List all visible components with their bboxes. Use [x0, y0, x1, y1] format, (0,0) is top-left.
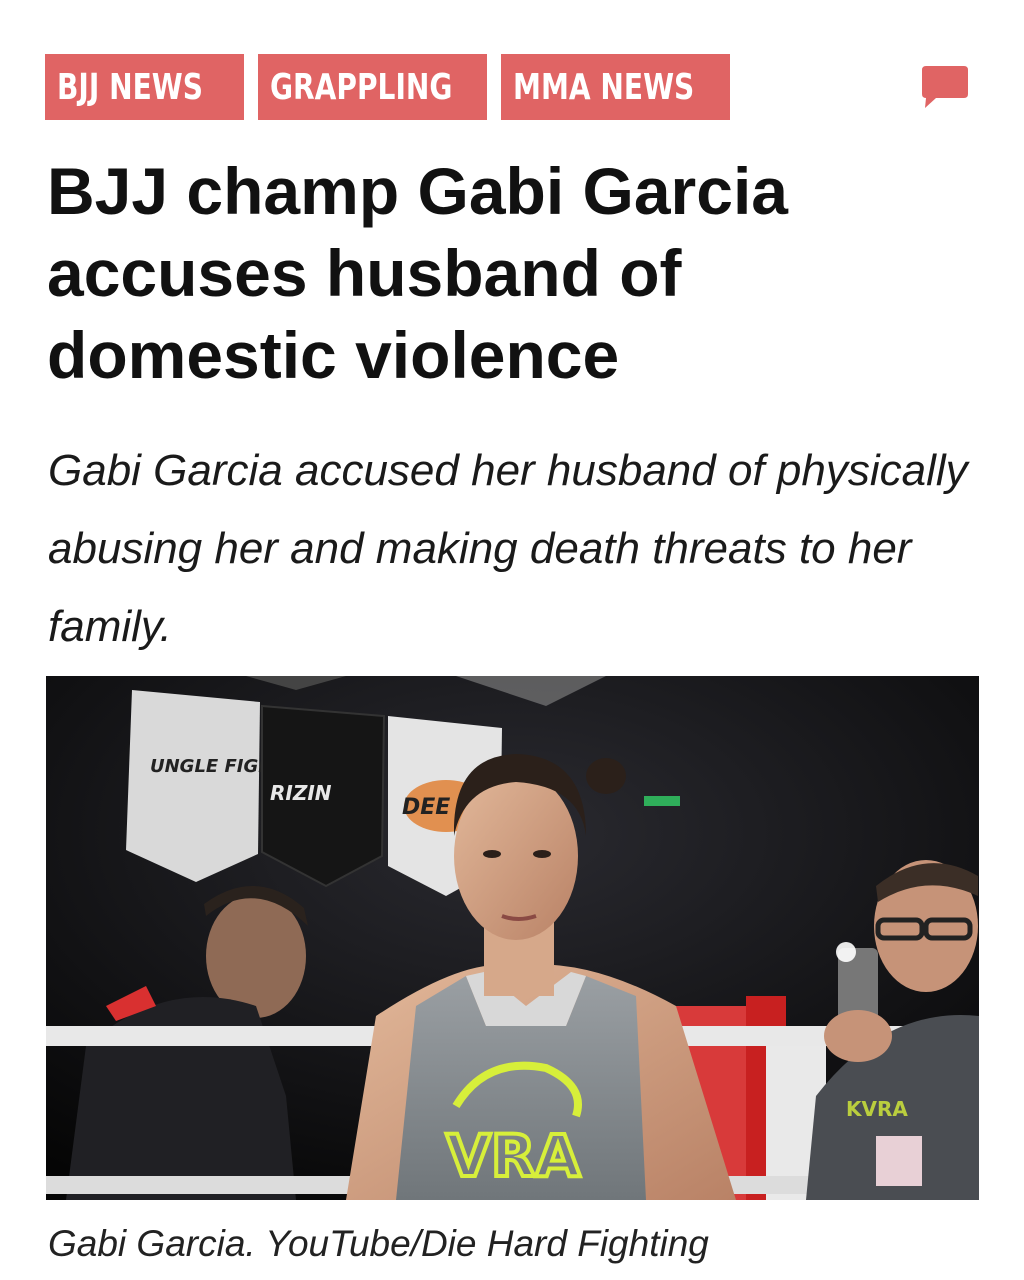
svg-text:DEE: DEE	[402, 795, 450, 820]
svg-text:VRA: VRA	[446, 1122, 581, 1190]
tag-label: BJJ NEWS	[57, 66, 203, 108]
svg-text:RIZIN: RIZIN	[270, 781, 332, 805]
photo-scene: UNGLE FIGHT RIZIN DEE KVRA VRA	[46, 676, 979, 1200]
tag-label: GRAPPLING	[270, 66, 453, 108]
category-tags: BJJ NEWS GRAPPLING MMA NEWS	[45, 54, 730, 120]
tag-bjj-news[interactable]: BJJ NEWS	[45, 54, 244, 120]
tag-mma-news[interactable]: MMA NEWS	[501, 54, 730, 120]
svg-text:KVRA: KVRA	[846, 1097, 908, 1121]
photo-caption: Gabi Garcia. YouTube/Die Hard Fighting	[48, 1223, 709, 1264]
tag-grappling[interactable]: GRAPPLING	[258, 54, 487, 120]
article-photo: UNGLE FIGHT RIZIN DEE KVRA VRA	[46, 676, 979, 1200]
comments-button[interactable]	[920, 64, 970, 110]
article-headline: BJJ champ Gabi Garcia accuses husband of…	[47, 154, 788, 392]
article-dek: Gabi Garcia accused her husband of physi…	[48, 446, 968, 651]
banner-rizin: RIZIN	[261, 704, 386, 888]
speech-bubble-icon	[922, 66, 968, 108]
tag-label: MMA NEWS	[513, 66, 695, 108]
